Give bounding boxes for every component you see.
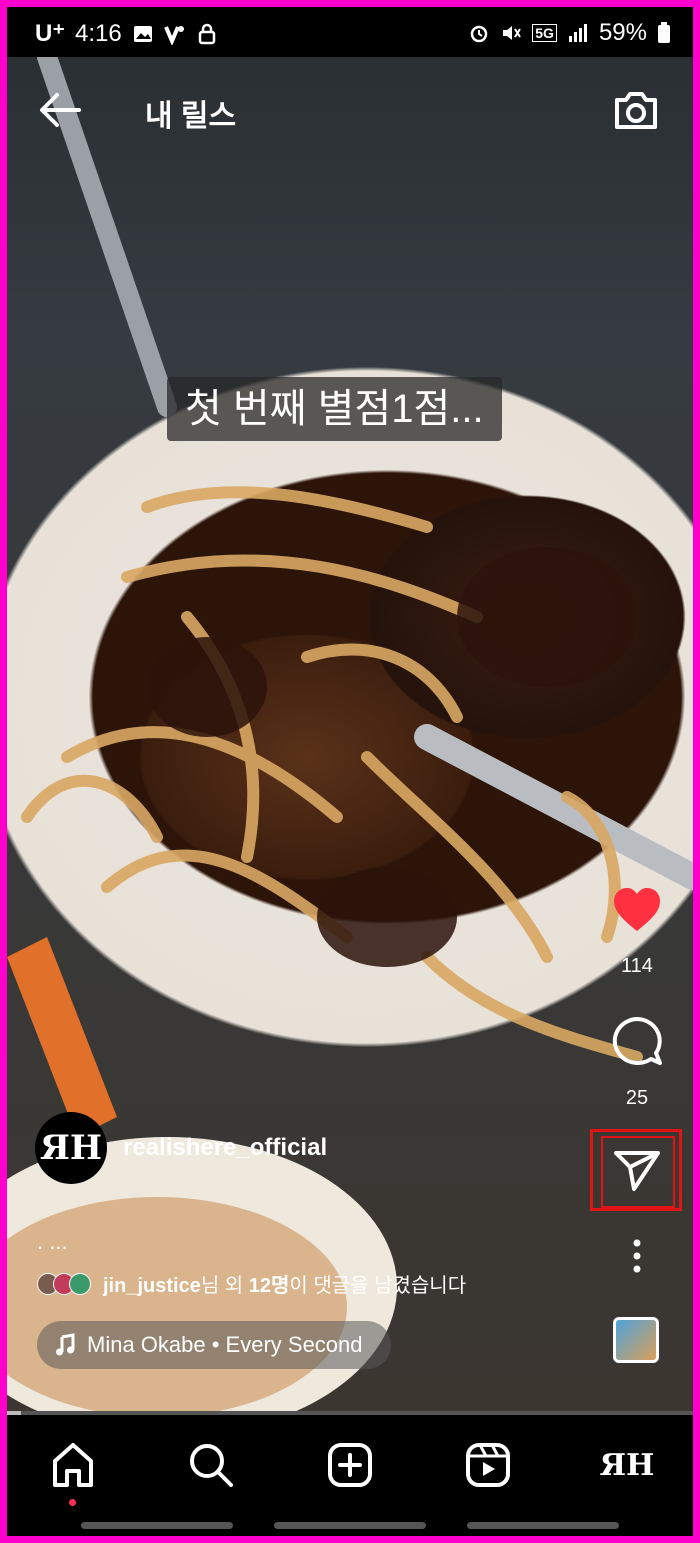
music-title: Mina Okabe • Every Second [87,1332,363,1357]
reel-video[interactable] [7,57,693,1415]
gesture-bar-right [467,1522,619,1529]
reel-header: 내 릴스 [7,57,693,167]
music-tag[interactable]: Mina Okabe • Every Second [37,1321,391,1369]
music-note-icon [56,1333,75,1356]
alarm-icon [471,25,488,43]
like-heart-icon[interactable] [612,887,662,933]
status-bar: U⁺ 4:16 5G 59% [7,7,693,57]
post-author[interactable]: ЯH realishere_official [35,1112,327,1184]
comment-summary-user: jin_justice [103,1275,201,1297]
battery-percent: 59% [598,19,647,46]
profile-tab-label: ЯH [599,1447,655,1483]
share-send-icon[interactable] [612,1145,662,1195]
avatar[interactable]: ЯH [35,1112,107,1184]
gesture-bar-center [274,1522,426,1529]
reels-icon[interactable] [460,1437,516,1493]
clock: 4:16 [75,19,122,47]
comment-count: 25 [625,1087,649,1109]
video-caption-overlay: 첫 번째 별점1점... [167,377,502,441]
screen-frame: U⁺ 4:16 5G 59% 내 릴스 첫 번째 별점1점... 114 25 [7,7,693,1536]
battery-icon [658,22,670,43]
carrier-label: U⁺ [35,20,65,47]
lock-icon [198,23,215,44]
back-arrow-icon[interactable] [35,85,85,135]
comment-summary[interactable]: jin_justice님 외 12명이 댓글을 남겼습니다 [37,1269,466,1298]
search-icon[interactable] [183,1437,239,1493]
comment-summary-count: 12명 [248,1275,290,1297]
more-options-icon[interactable] [632,1239,642,1273]
network-label: 5G [532,24,557,42]
comment-summary-tail: 이 댓글을 남겼습니다 [289,1275,467,1297]
v-app-icon [163,25,184,45]
page-title: 내 릴스 [145,100,237,133]
signal-icon [568,24,587,42]
home-notification-dot [69,1499,76,1506]
bottom-navigation: ЯH [7,1415,693,1536]
post-caption[interactable]: . ... [37,1229,68,1255]
like-count: 114 [621,955,653,977]
comment-icon[interactable] [610,1015,664,1069]
audio-thumbnail[interactable] [613,1317,659,1363]
gallery-icon [133,25,152,42]
camera-icon[interactable] [611,85,661,135]
food-image [7,57,693,1415]
gesture-bar-left [81,1522,233,1529]
home-icon[interactable] [45,1437,101,1493]
mute-icon [503,26,522,40]
comment-summary-mid: 님 외 [200,1275,249,1297]
commenter-avatars [37,1272,91,1295]
create-post-icon[interactable] [322,1437,378,1493]
profile-tab[interactable]: ЯH [599,1437,655,1493]
username[interactable]: realishere_official [123,1134,327,1162]
